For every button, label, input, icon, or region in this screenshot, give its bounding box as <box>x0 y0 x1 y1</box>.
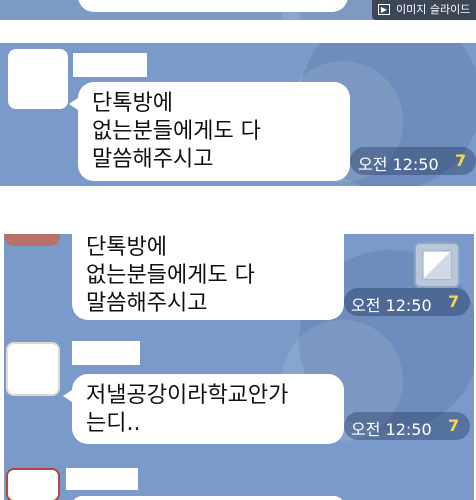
sender-name <box>72 341 140 365</box>
unread-count: 7 <box>455 151 467 170</box>
slideshow-button[interactable]: ▶ 이미지 슬라이드 <box>372 0 476 20</box>
avatar[interactable] <box>4 234 60 246</box>
unread-count: 7 <box>448 292 460 311</box>
slideshow-label: 이미지 슬라이드 <box>396 3 471 16</box>
message-bubble[interactable]: 단톡방에 없는분들에게도 다 말씀해주시고 <box>72 234 344 320</box>
sender-name <box>66 468 138 490</box>
chat-panel-1: 단톡방에 없는분들에게도 다 말씀해주시고 오전 12:50 7 <box>0 43 476 186</box>
chat-bubble-partial <box>78 0 348 12</box>
slideshow-icon: ▶ <box>378 4 390 15</box>
chat-panel-2: 단톡방에 없는분들에게도 다 말씀해주시고 오전 12:50 7 저낼공강이라학… <box>4 234 474 500</box>
message-time: 오전 12:50 <box>351 296 432 315</box>
chat-panel-top: ▶ 이미지 슬라이드 <box>0 0 476 20</box>
avatar[interactable] <box>6 468 60 500</box>
message-time: 오전 12:50 <box>358 155 439 174</box>
message-time: 오전 12:50 <box>351 420 432 439</box>
message-bubble-partial[interactable] <box>72 496 344 500</box>
message-bubble[interactable]: 저낼공강이라학교안가 는디.. <box>63 374 344 444</box>
avatar[interactable] <box>6 342 60 396</box>
image-thumbnail[interactable] <box>414 242 460 288</box>
sender-name <box>73 53 147 77</box>
avatar[interactable] <box>8 49 68 109</box>
image-placeholder-icon <box>422 250 452 280</box>
message-bubble[interactable]: 단톡방에 없는분들에게도 다 말씀해주시고 <box>69 82 350 181</box>
unread-count: 7 <box>448 416 460 435</box>
